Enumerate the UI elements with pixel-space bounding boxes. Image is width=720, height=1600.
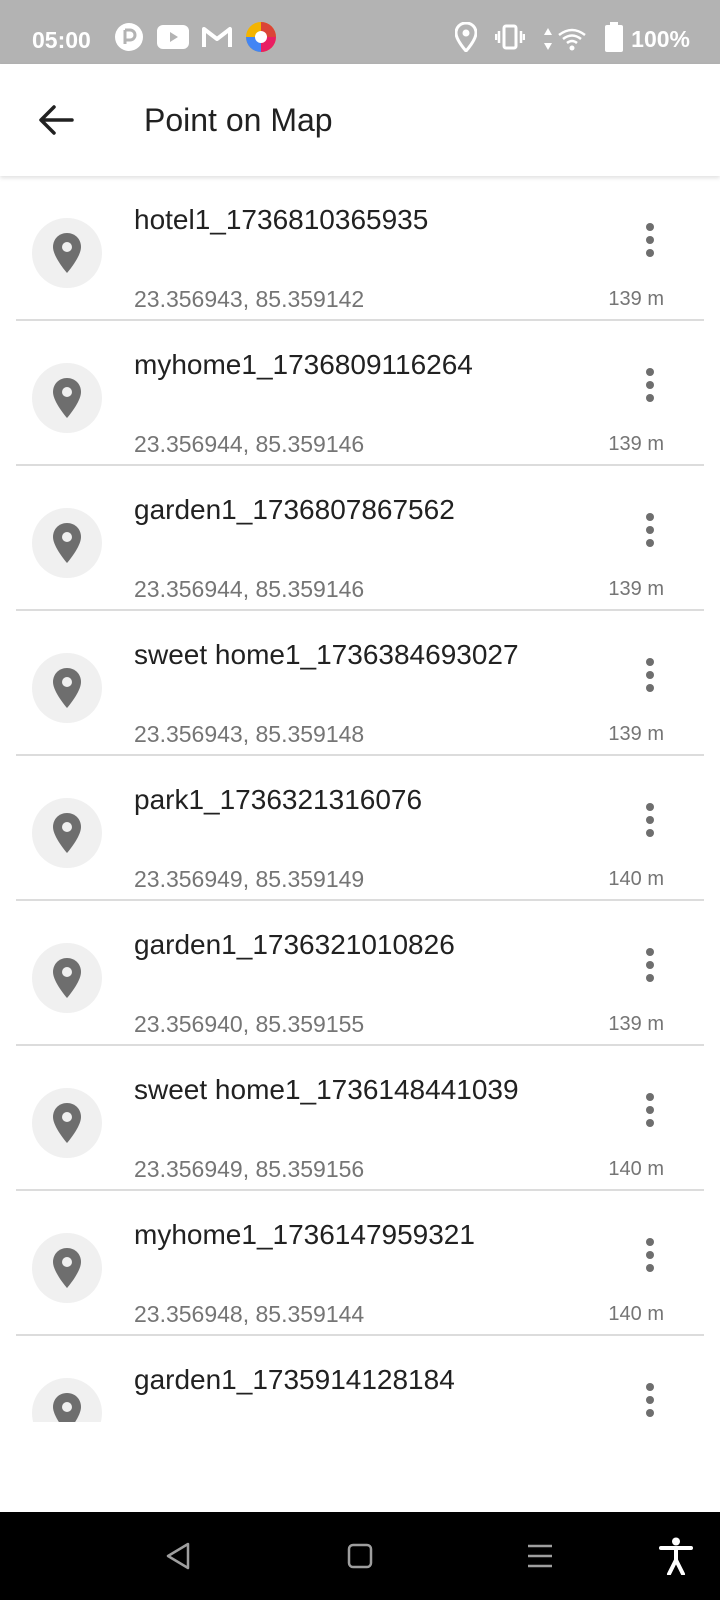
nav-recents-button[interactable] [516,1534,564,1578]
point-distance: 139 m [608,288,664,310]
more-vert-icon [646,368,654,402]
pin-avatar [32,218,102,288]
app-bar: Point on Map [0,64,720,176]
vibrate-icon [494,24,526,55]
accessibility-button[interactable] [652,1534,700,1578]
point-coordinates: 23.356948, 85.359144 [134,1301,365,1327]
status-bar: 05:00 100% [0,0,720,64]
point-name: garden1_1736807867562 [134,494,455,525]
more-options-button[interactable] [632,651,668,699]
pin-avatar [32,363,102,433]
more-vert-icon [646,1093,654,1127]
youtube-icon [157,24,189,54]
point-coordinates: 23.356943, 85.359148 [134,721,365,747]
more-options-button[interactable] [632,506,668,554]
battery-icon [605,21,624,57]
wifi-icon [543,27,587,51]
point-coordinates: 23.356944, 85.359146 [134,576,365,602]
more-options-button[interactable] [632,1376,668,1422]
arrow-back-icon [39,105,74,135]
colorful-app-icon [245,21,277,58]
map-pin-icon [53,1103,81,1143]
page-title: Point on Map [144,102,333,138]
list-item[interactable]: garden1_1736321010826 23.356940, 85.35915… [16,901,704,1046]
map-pin-icon [53,958,81,998]
back-button[interactable] [28,92,84,148]
recents-lines-icon [528,1544,552,1568]
back-triangle-icon [166,1542,190,1570]
point-name: myhome1_1736147959321 [134,1219,475,1250]
pin-avatar [32,1233,102,1303]
point-name: myhome1_1736809116264 [134,349,473,380]
point-distance: 140 m [608,868,664,890]
location-icon [454,20,478,57]
more-options-button[interactable] [632,361,668,409]
point-name: sweet home1_1736148441039 [134,1074,519,1105]
point-distance: 140 m [608,1303,664,1325]
list-item[interactable]: park1_1736321316076 23.356949, 85.359149 1… [16,756,704,901]
pin-avatar [32,1378,102,1422]
more-vert-icon [646,513,654,547]
list-item[interactable]: garden1_1735914128184 [16,1336,704,1422]
point-distance: 139 m [608,723,664,745]
nav-home-button[interactable] [336,1534,384,1578]
pin-avatar [32,653,102,723]
list-item[interactable]: garden1_1736807867562 23.356944, 85.35914… [16,466,704,611]
battery-percent: 100% [631,25,690,52]
point-distance: 139 m [608,433,664,455]
notification-icons [114,21,277,58]
point-name: park1_1736321316076 [134,784,423,815]
map-pin-icon [53,1393,81,1422]
pin-avatar [32,508,102,578]
map-pin-icon [53,523,81,563]
gmail-icon [202,25,232,54]
system-icons: 100% [454,20,690,57]
list-item[interactable]: sweet home1_1736384693027 23.356943, 85.3… [16,611,704,756]
point-coordinates: 23.356944, 85.359146 [134,431,365,457]
pin-avatar [32,943,102,1013]
map-pin-icon [53,813,81,853]
point-name: garden1_1736321010826 [134,929,455,960]
home-square-icon [347,1543,373,1569]
accessibility-icon [659,1537,693,1575]
more-options-button[interactable] [632,216,668,264]
more-options-button[interactable] [632,1231,668,1279]
pin-avatar [32,1088,102,1158]
point-coordinates: 23.356943, 85.359142 [134,286,365,312]
map-pin-icon [53,1248,81,1288]
status-time: 05:00 [32,27,91,53]
more-vert-icon [646,1238,654,1272]
point-distance: 139 m [608,578,664,600]
more-vert-icon [646,658,654,692]
point-coordinates: 23.356940, 85.359155 [134,1011,365,1037]
point-name: sweet home1_1736384693027 [134,639,519,670]
map-pin-icon [53,668,81,708]
more-options-button[interactable] [632,796,668,844]
pin-avatar [32,798,102,868]
point-distance: 140 m [608,1158,664,1180]
list-item[interactable]: myhome1_1736809116264 23.356944, 85.35914… [16,321,704,466]
point-list[interactable]: hotel1_1736810365935 23.356943, 85.359142… [0,176,720,1422]
point-distance: 139 m [608,1013,664,1035]
list-item[interactable]: myhome1_1736147959321 23.356948, 85.35914… [16,1191,704,1336]
point-coordinates: 23.356949, 85.359149 [134,866,365,892]
map-pin-icon [53,378,81,418]
map-pin-icon [53,233,81,273]
list-item[interactable]: sweet home1_1736148441039 23.356949, 85.3… [16,1046,704,1191]
point-name: garden1_1735914128184 [134,1364,455,1395]
nav-back-button[interactable] [154,1534,202,1578]
pocket-casts-icon [114,22,144,57]
data-arrows-icon [544,28,553,50]
more-vert-icon [646,803,654,837]
list-item[interactable]: hotel1_1736810365935 23.356943, 85.359142… [16,176,704,321]
more-vert-icon [646,223,654,257]
more-options-button[interactable] [632,941,668,989]
point-coordinates: 23.356949, 85.359156 [134,1156,365,1182]
point-name: hotel1_1736810365935 [134,204,429,235]
more-vert-icon [646,948,654,982]
more-options-button[interactable] [632,1086,668,1134]
more-vert-icon [646,1383,654,1417]
navigation-bar [0,1512,720,1600]
